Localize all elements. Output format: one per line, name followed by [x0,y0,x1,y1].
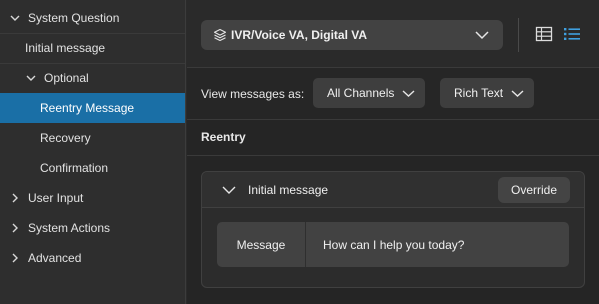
sidebar-item-label: Confirmation [40,161,109,175]
chevron-right-icon [10,193,20,203]
sidebar-item-system-question[interactable]: System Question [0,3,185,33]
sidebar-item-label: System Actions [28,221,111,235]
divider [518,18,519,52]
channels-dropdown[interactable]: All Channels [313,78,426,108]
layers-icon [213,28,227,42]
header: IVR/Voice VA, Digital VA [187,0,599,68]
message-value: How can I help you today? [323,237,465,252]
main-panel: IVR/Voice VA, Digital VA View messages a… [187,0,599,304]
list-view-icon[interactable] [563,26,581,42]
chevron-down-icon [10,13,20,23]
sidebar-item-label: Recovery [40,131,91,145]
override-button[interactable]: Override [497,177,570,203]
view-messages-label: View messages as: [201,87,305,101]
sidebar-item-label: User Input [28,191,84,205]
sidebar-item-reentry-message[interactable]: Reentry Message [0,93,185,123]
sidebar-item-optional[interactable]: Optional [0,63,185,93]
message-label: Message [217,222,306,267]
sidebar-item-label: Initial message [25,41,106,55]
sidebar-item-label: Reentry Message [40,101,135,115]
table-view-icon[interactable] [535,26,553,42]
sidebar-item-advanced[interactable]: Advanced [0,243,185,273]
sidebar-item-confirmation[interactable]: Confirmation [0,153,185,183]
sidebar-item-recovery[interactable]: Recovery [0,123,185,153]
sidebar-item-system-actions[interactable]: System Actions [0,213,185,243]
sidebar-item-initial-message[interactable]: Initial message [0,33,185,63]
sidebar-item-label: Advanced [28,251,82,265]
view-options-bar: View messages as: All Channels Rich Text [187,68,599,120]
message-card-header: Initial message Override [202,172,584,208]
sidebar-item-label: System Question [28,11,120,25]
channel-select-value: IVR/Voice VA, Digital VA [231,28,368,42]
section-title: Reentry [201,130,246,144]
chevron-right-icon [10,253,20,263]
chevron-down-icon [26,73,36,83]
chevron-down-icon[interactable] [222,184,236,194]
chevron-down-icon [402,89,415,97]
sidebar: System Question Initial message Optional… [0,0,186,304]
chevron-down-icon [511,89,524,97]
message-card: Initial message Override Message How can… [201,171,585,288]
sidebar-item-user-input[interactable]: User Input [0,183,185,213]
chevron-down-icon [475,29,489,41]
chevron-right-icon [10,223,20,233]
message-card-title: Initial message [248,183,329,197]
channel-select[interactable]: IVR/Voice VA, Digital VA [201,20,503,50]
message-row[interactable]: Message How can I help you today? [217,222,569,267]
channels-dropdown-label: All Channels [327,86,395,100]
format-dropdown[interactable]: Rich Text [440,78,535,108]
sidebar-item-label: Optional [44,71,89,85]
format-dropdown-label: Rich Text [454,86,504,100]
divider [187,155,599,156]
